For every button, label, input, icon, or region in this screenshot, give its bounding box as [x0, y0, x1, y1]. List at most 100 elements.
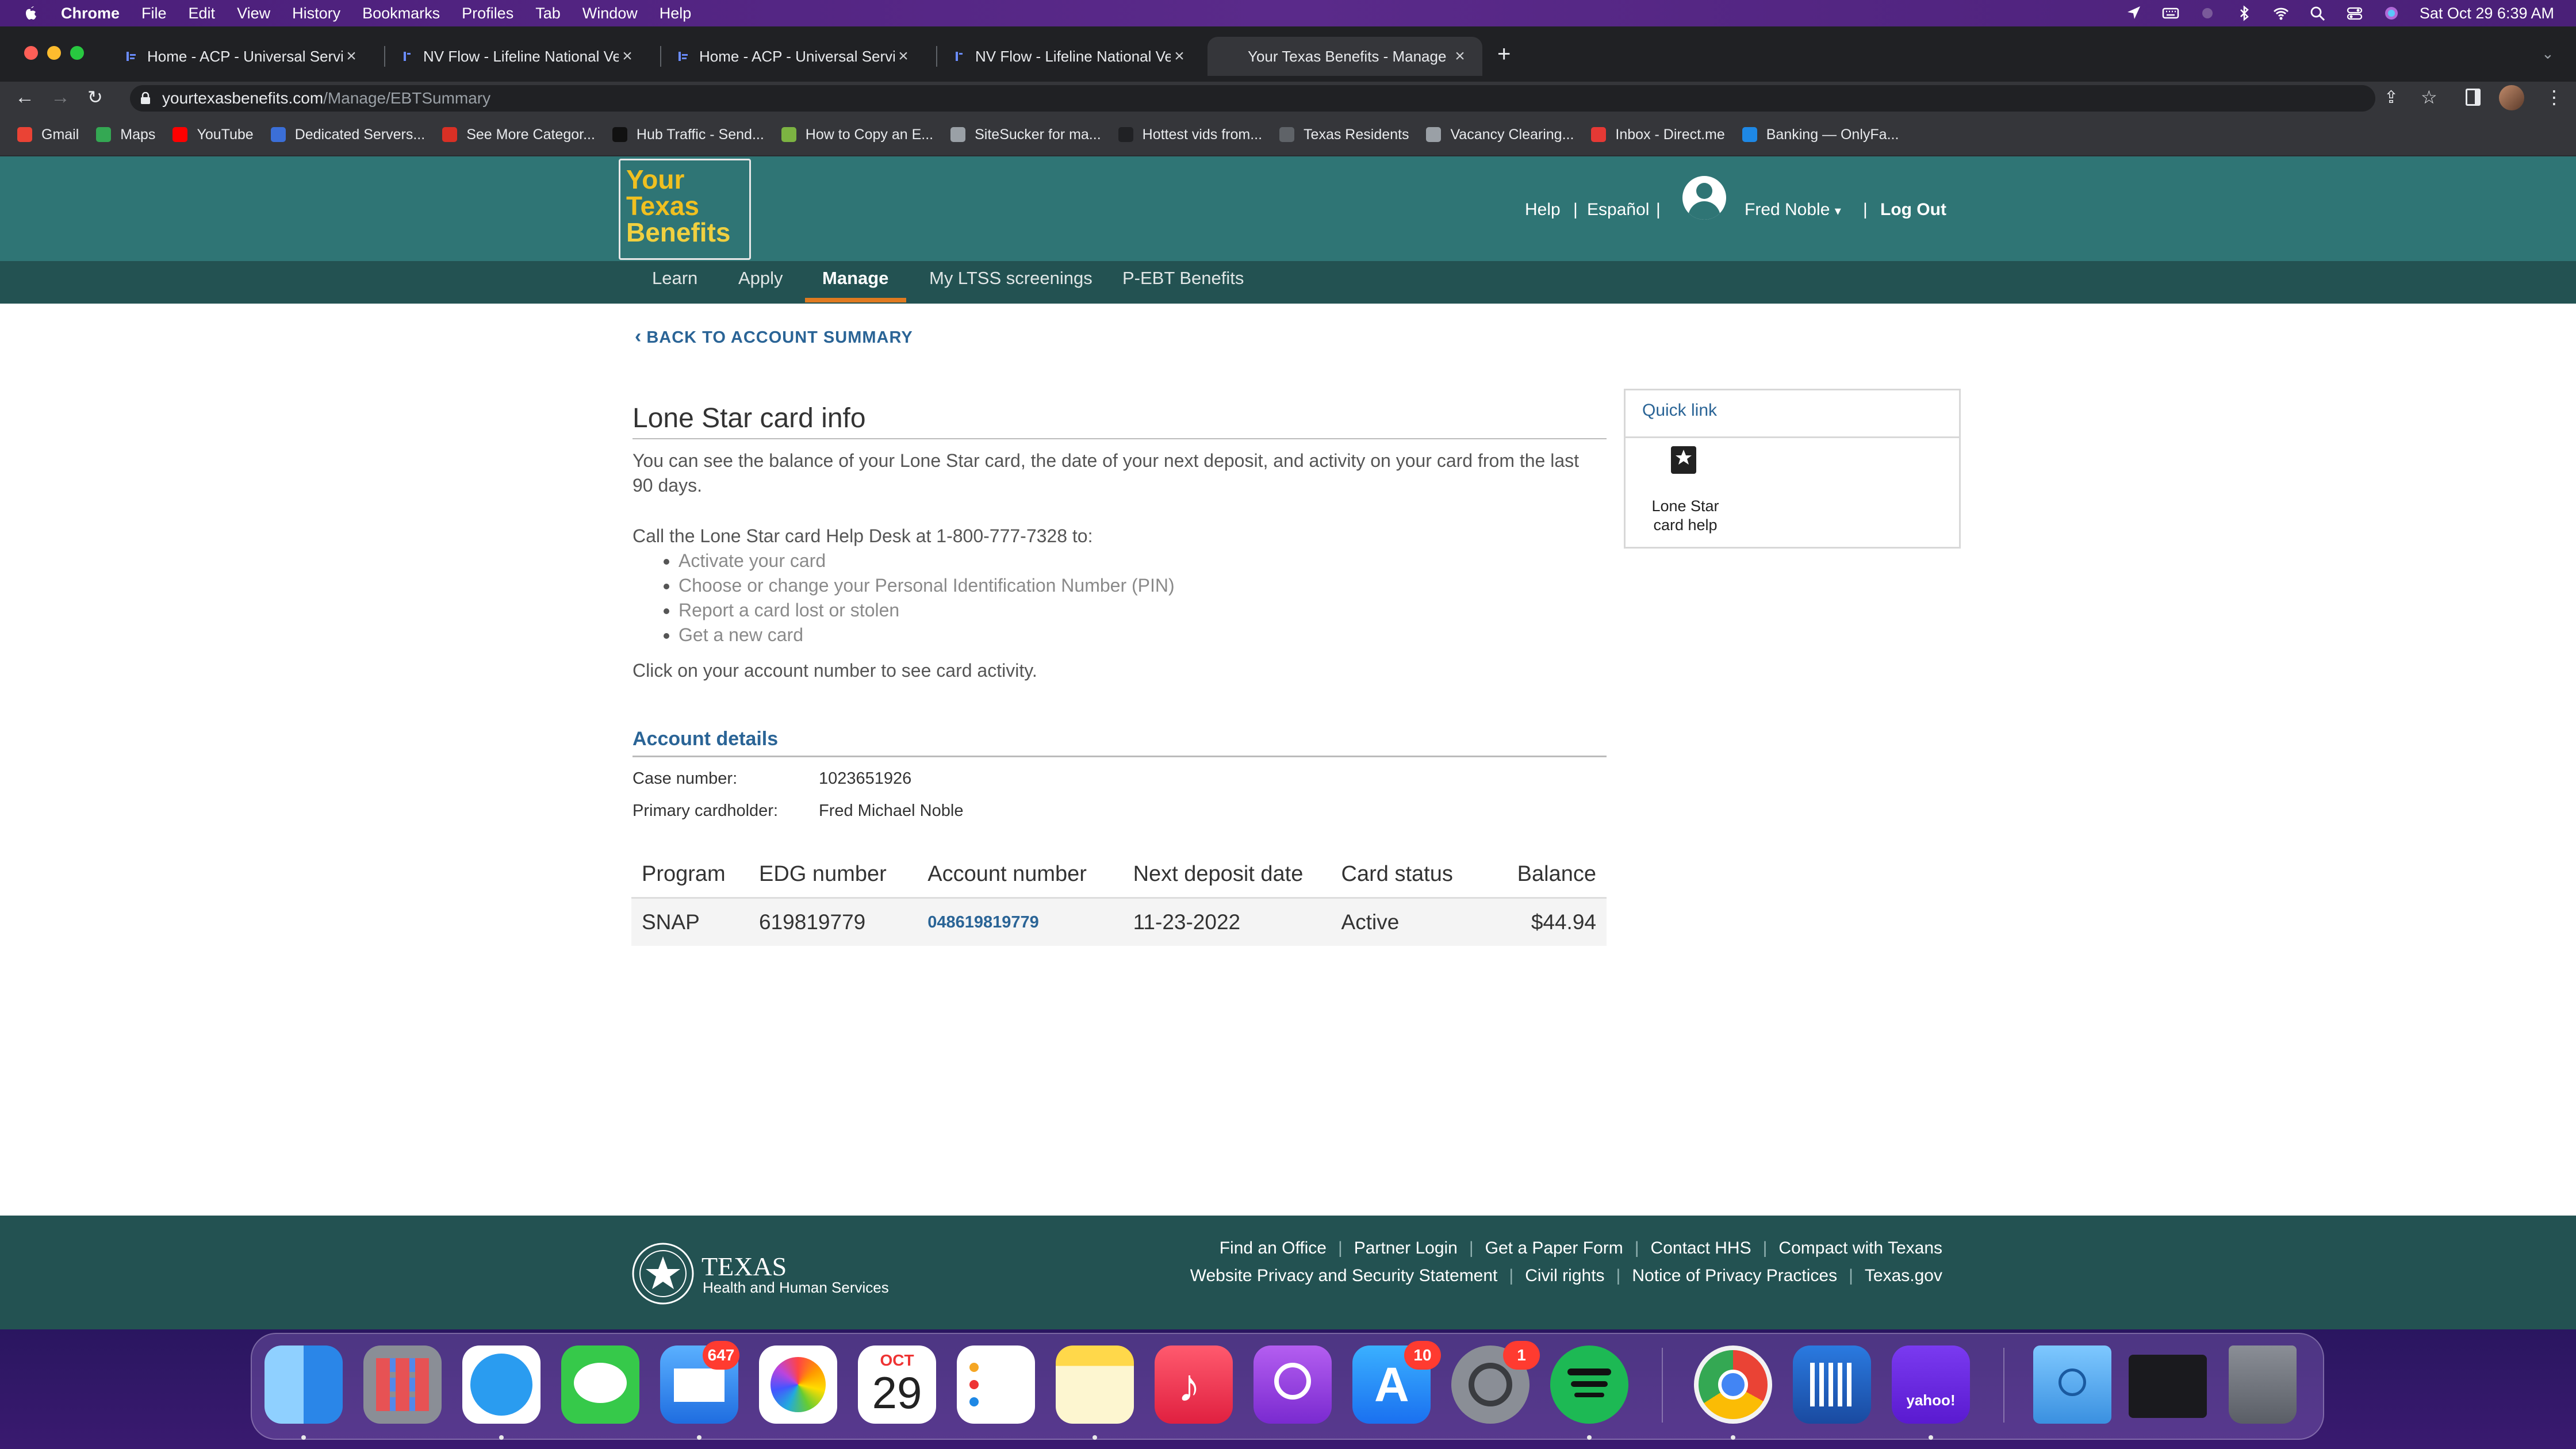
- menu-clock[interactable]: Sat Oct 29 6:39 AM: [2420, 5, 2554, 22]
- lone-star-card-help-link[interactable]: Lone Star card help: [1648, 497, 1723, 535]
- photos-icon[interactable]: [759, 1346, 837, 1424]
- tab-2[interactable]: NV Flow - Lifeline National Ver ×: [383, 37, 657, 76]
- music-icon[interactable]: ♪: [1155, 1346, 1233, 1424]
- footer-link-find-office[interactable]: Find an Office: [1220, 1239, 1327, 1258]
- footer-link-texas-gov[interactable]: Texas.gov: [1865, 1266, 1942, 1286]
- calendar-icon[interactable]: OCT 29: [858, 1346, 936, 1424]
- podcasts-icon[interactable]: [1254, 1346, 1332, 1424]
- tab-5-close-icon[interactable]: ×: [1451, 47, 1469, 66]
- yahoo-mail-icon[interactable]: yahoo!: [1892, 1346, 1970, 1424]
- bookmark-star-icon[interactable]: ☆: [2421, 86, 2437, 108]
- bookmark-item[interactable]: Texas Residents: [1279, 126, 1409, 143]
- forward-arrow-icon[interactable]: →: [51, 86, 70, 109]
- bookmark-item[interactable]: Dedicated Servers...: [270, 126, 425, 143]
- address-bar[interactable]: yourtexasbenefits.com/Manage/EBTSummary: [130, 85, 2375, 112]
- menu-profiles[interactable]: Profiles: [462, 5, 513, 22]
- texas-seal-icon[interactable]: [631, 1242, 695, 1305]
- spotify-icon[interactable]: [1550, 1346, 1628, 1424]
- tab-1-close-icon[interactable]: ×: [343, 47, 360, 66]
- window-minimize-button[interactable]: [47, 46, 61, 60]
- location-icon[interactable]: [2125, 5, 2142, 21]
- reminders-icon[interactable]: [957, 1346, 1035, 1424]
- user-menu-button[interactable]: Fred Noble ▾: [1745, 200, 1841, 220]
- voice-app-icon[interactable]: [1793, 1346, 1871, 1424]
- control-center-icon[interactable]: [2346, 5, 2363, 21]
- bookmark-item[interactable]: Inbox - Direct.me: [1591, 126, 1725, 143]
- messages-icon[interactable]: [561, 1346, 639, 1424]
- profile-avatar[interactable]: [2499, 85, 2524, 110]
- spotlight-search-icon[interactable]: [2309, 5, 2326, 21]
- side-panel-icon[interactable]: [2466, 89, 2481, 106]
- bookmark-item[interactable]: Vacancy Clearing...: [1426, 126, 1574, 143]
- footer-link-paper-form[interactable]: Get a Paper Form: [1485, 1239, 1623, 1258]
- apple-icon[interactable]: [22, 4, 39, 22]
- window-zoom-button[interactable]: [70, 46, 84, 60]
- logout-link[interactable]: Log Out: [1880, 200, 1946, 220]
- menu-app-name[interactable]: Chrome: [61, 5, 120, 22]
- nav-apply[interactable]: Apply: [738, 268, 783, 289]
- nav-pebt-benefits[interactable]: P-EBT Benefits: [1122, 268, 1244, 289]
- menu-bookmarks[interactable]: Bookmarks: [362, 5, 440, 22]
- status-dot-icon[interactable]: [2199, 5, 2216, 21]
- chrome-icon[interactable]: [1694, 1346, 1772, 1424]
- bookmark-item[interactable]: See More Categor...: [442, 126, 595, 143]
- footer-link-contact-hhs[interactable]: Contact HHS: [1651, 1239, 1751, 1258]
- tab-3[interactable]: Home - ACP - Universal Servic ×: [659, 37, 933, 76]
- siri-icon[interactable]: [2383, 5, 2400, 21]
- texas-hhs-name[interactable]: TEXAS: [702, 1251, 787, 1282]
- tab-1[interactable]: Home - ACP - Universal Servic ×: [107, 37, 381, 76]
- tab-2-close-icon[interactable]: ×: [619, 47, 636, 66]
- help-link[interactable]: Help: [1525, 200, 1561, 220]
- nav-manage[interactable]: Manage: [822, 268, 888, 289]
- bluetooth-icon[interactable]: [2236, 5, 2253, 21]
- espanol-link[interactable]: Español: [1587, 200, 1649, 220]
- menu-tab[interactable]: Tab: [535, 5, 561, 22]
- safari-icon[interactable]: [462, 1346, 540, 1424]
- bookmark-item[interactable]: How to Copy an E...: [781, 126, 933, 143]
- bookmark-item[interactable]: Hub Traffic - Send...: [612, 126, 764, 143]
- back-to-account-summary-link[interactable]: ‹ BACK TO ACCOUNT SUMMARY: [635, 325, 913, 348]
- new-tab-plus-icon[interactable]: +: [1497, 41, 1511, 67]
- tab-4-close-icon[interactable]: ×: [1171, 47, 1188, 66]
- tab-search-chevron-icon[interactable]: ⌄: [2542, 45, 2554, 63]
- footer-link-civil-rights[interactable]: Civil rights: [1525, 1266, 1604, 1286]
- notes-icon[interactable]: [1056, 1346, 1134, 1424]
- lone-star-card-help-icon[interactable]: [1669, 444, 1699, 476]
- footer-link-partner-login[interactable]: Partner Login: [1354, 1239, 1458, 1258]
- menu-history[interactable]: History: [292, 5, 340, 22]
- bookmark-item[interactable]: Maps: [96, 126, 155, 143]
- footer-link-compact[interactable]: Compact with Texans: [1778, 1239, 1942, 1258]
- bookmark-item[interactable]: YouTube: [172, 126, 254, 143]
- trash-icon[interactable]: [2229, 1346, 2297, 1424]
- footer-link-privacy-practices[interactable]: Notice of Privacy Practices: [1632, 1266, 1837, 1286]
- bookmark-item[interactable]: Gmail: [17, 126, 79, 143]
- menu-view[interactable]: View: [237, 5, 270, 22]
- wifi-icon[interactable]: [2272, 5, 2290, 21]
- menu-edit[interactable]: Edit: [189, 5, 216, 22]
- nav-ltss-screenings[interactable]: My LTSS screenings: [929, 268, 1092, 289]
- menu-help[interactable]: Help: [660, 5, 692, 22]
- recent-screenshot-icon[interactable]: [2129, 1355, 2207, 1418]
- user-avatar-icon[interactable]: [1682, 176, 1726, 220]
- bookmark-item[interactable]: Hottest vids from...: [1118, 126, 1262, 143]
- reload-icon[interactable]: ↻: [87, 86, 103, 108]
- finder-icon[interactable]: [264, 1346, 343, 1424]
- account-number-link[interactable]: 048619819779: [917, 898, 1123, 946]
- tab-5-active[interactable]: Your Texas Benefits - Manage ×: [1208, 37, 1482, 76]
- back-arrow-icon[interactable]: ←: [15, 86, 34, 109]
- menu-window[interactable]: Window: [582, 5, 638, 22]
- nav-learn[interactable]: Learn: [652, 268, 697, 289]
- bookmark-item[interactable]: Banking — OnlyFa...: [1742, 126, 1899, 143]
- tab-4[interactable]: NV Flow - Lifeline National Ver ×: [935, 37, 1209, 76]
- chrome-menu-kebab-icon[interactable]: ⋮: [2545, 86, 2563, 108]
- your-texas-benefits-logo[interactable]: Your Texas Benefits: [619, 159, 751, 260]
- footer-link-privacy-security[interactable]: Website Privacy and Security Statement: [1190, 1266, 1498, 1286]
- menu-file[interactable]: File: [141, 5, 167, 22]
- downloads-folder-icon[interactable]: [2033, 1346, 2111, 1424]
- keyboard-icon[interactable]: [2162, 5, 2179, 21]
- share-icon[interactable]: ⇪: [2384, 87, 2398, 108]
- window-close-button[interactable]: [24, 46, 38, 60]
- tab-3-close-icon[interactable]: ×: [895, 47, 912, 66]
- lock-icon[interactable]: [140, 92, 151, 105]
- launchpad-icon[interactable]: [363, 1346, 442, 1424]
